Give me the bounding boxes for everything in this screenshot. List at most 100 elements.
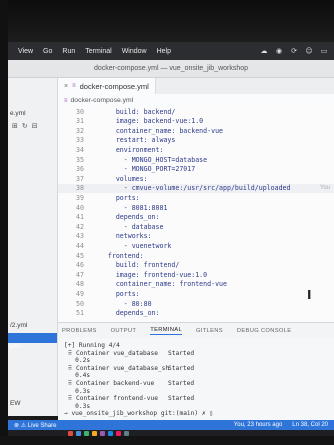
line-number: 38 [76,184,84,193]
dock-app-icon[interactable] [100,430,105,436]
code-line[interactable]: 51 depends_on: [58,309,334,318]
line-number: 40 [76,203,84,212]
code-text: - 8081:8081 [92,203,168,212]
terminal-text: [+] Running 4/4 [64,342,120,349]
code-text: ports: [92,193,140,202]
line-number: 48 [76,280,84,289]
code-line[interactable]: 45 frontend: [58,251,334,260]
code-text: depends_on: [92,213,160,222]
screen-icon[interactable]: ▭ [320,47,328,55]
code-line[interactable]: 34 environment: [58,145,334,154]
code-line[interactable]: 31 image: backend-vue:1.0 [58,117,334,126]
terminal-text: ⠿ Container vue_database [64,349,158,357]
sidebar-selected-item[interactable]: yml [8,333,57,350]
sidebar-item-2[interactable]: /2.yml [10,322,27,329]
code-line[interactable]: 44 - vuenetwork [58,241,334,250]
dock-app-icon[interactable] [76,430,81,436]
code-line[interactable]: 38 - cmvue-volume:/usr/src/app/build/upl… [58,183,334,193]
code-text: - cmvue-volume:/usr/src/app/build/upload… [92,184,291,193]
code-line[interactable]: 46 build: frontend/ [58,261,334,270]
new-file-icon[interactable]: ⊞ [12,122,18,130]
dock-app-icon[interactable] [124,430,129,436]
tab-gitlens[interactable]: GITLENS [196,328,223,334]
code-line[interactable]: 36 - MONGO_PORT=27017 [58,165,334,174]
breadcrumb: ≡ docker-compose.yml [58,94,334,107]
git-blame-status[interactable]: You, 23 hours ago [234,422,283,428]
line-number: 49 [76,289,84,298]
live-share-status[interactable]: ⊗ ⚠ Live Share [14,422,56,429]
code-text: volumes: [92,174,148,183]
line-number: 33 [76,136,84,145]
tab-label: docker-compose.yml [79,81,149,91]
refresh-icon[interactable]: ↻ [22,122,28,130]
terminal-line: ⠿ Container vue_database_sh [64,365,169,372]
line-number: 35 [76,155,84,164]
code-line[interactable]: 39 ports: [58,193,334,202]
code-line[interactable]: 40 - 8081:8081 [58,203,334,212]
code-text: build: frontend/ [92,261,180,270]
sidebar-selected-label: yml [10,343,21,350]
menu-window[interactable]: Window [122,48,147,55]
sidebar-bottom-item[interactable]: EW [10,400,20,407]
code-line[interactable]: 48 container_name: frontend-vue [58,280,334,289]
dock-app-icon[interactable] [116,430,121,436]
status-right: You, 23 hours ago Ln 38, Col 20 [234,422,334,428]
record-icon[interactable]: ◉ [275,47,283,55]
code-line[interactable]: 43 networks: [58,232,334,241]
terminal-prompt[interactable]: → vue_onsite_jib_workshop git:(main) ✗ ▯ [64,410,213,417]
code-line[interactable]: 32 container_name: backend-vue [58,126,334,135]
sidebar-toolbar: ⊞ ↻ ⊟ [12,122,38,130]
code-text: - MONGO_PORT=27017 [92,165,196,174]
terminal-text: 0.3s [64,402,91,410]
code-line[interactable]: 33 restart: always [58,136,334,145]
terminal-line: ⠿ Container backend-vue [64,380,155,387]
inline-blame-hint: You [319,185,330,192]
terminal-line: 0.2s [64,357,90,364]
terminal-text: ⠿ Container frontend-vue [64,395,158,403]
terminal-line: [+] Running 4/4 [64,342,120,349]
code-line[interactable]: 42 - database [58,222,334,231]
menu-terminal[interactable]: Terminal [85,48,111,55]
code-text: depends_on: [92,309,160,318]
menu-go[interactable]: Go [43,48,52,55]
code-line[interactable]: 41 depends_on: [58,213,334,222]
collapse-icon[interactable]: ⊟ [32,122,38,130]
tab-debug-console[interactable]: DEBUG CONSOLE [237,328,291,334]
code-line[interactable]: 50 - 80:80 [58,299,334,308]
cloud-icon[interactable]: ☁ [260,47,268,55]
code-line[interactable]: 47 image: frontend-vue:1.0 [58,270,334,279]
line-number: 32 [76,126,84,135]
menu-view[interactable]: View [18,48,33,55]
account-icon[interactable]: ☺ [305,47,313,55]
tab-output[interactable]: OUTPUT [111,328,137,334]
mouse-ibeam-cursor: I [307,288,312,302]
code-line[interactable]: 35 - MONGO_HOST=database [58,155,334,164]
terminal-output[interactable]: [+] Running 4/4 ⠿ Container vue_database… [58,338,334,420]
menu-run[interactable]: Run [62,48,75,55]
explorer-sidebar: e.yml ⊞ ↻ ⊟ /2.yml yml EW [8,78,58,416]
code-line[interactable]: 49 ports: [58,289,334,298]
line-number: 43 [76,232,84,241]
dock-app-icon[interactable] [84,430,89,436]
sidebar-file-item[interactable]: e.yml [10,110,26,117]
close-icon[interactable]: × [64,83,68,90]
dock-app-icon[interactable] [108,430,113,436]
tab-problems[interactable]: PROBLEMS [62,328,97,334]
code-text: image: backend-vue:1.0 [92,117,204,126]
code-line[interactable]: 37 volumes: [58,174,334,183]
code-editor[interactable]: 30 build: backend/31 image: backend-vue:… [58,107,334,322]
breadcrumb-file[interactable]: docker-compose.yml [71,97,134,104]
tab-terminal[interactable]: TERMINAL [150,327,182,335]
dock-app-icon[interactable] [92,430,97,436]
dock-app-icon[interactable] [68,430,73,436]
cursor-position[interactable]: Ln 38, Col 20 [292,422,328,428]
container-status: Started [168,349,195,357]
tab-docker-compose[interactable]: × ≡ docker-compose.yml [58,78,156,94]
code-line[interactable]: 30 build: backend/ [58,107,334,116]
code-text: container_name: frontend-vue [92,280,227,289]
line-number: 37 [76,174,84,183]
line-number: 45 [76,251,84,260]
menu-help[interactable]: Help [157,48,171,55]
sync-icon[interactable]: ⟳ [290,47,298,55]
container-status: Started [168,364,195,372]
